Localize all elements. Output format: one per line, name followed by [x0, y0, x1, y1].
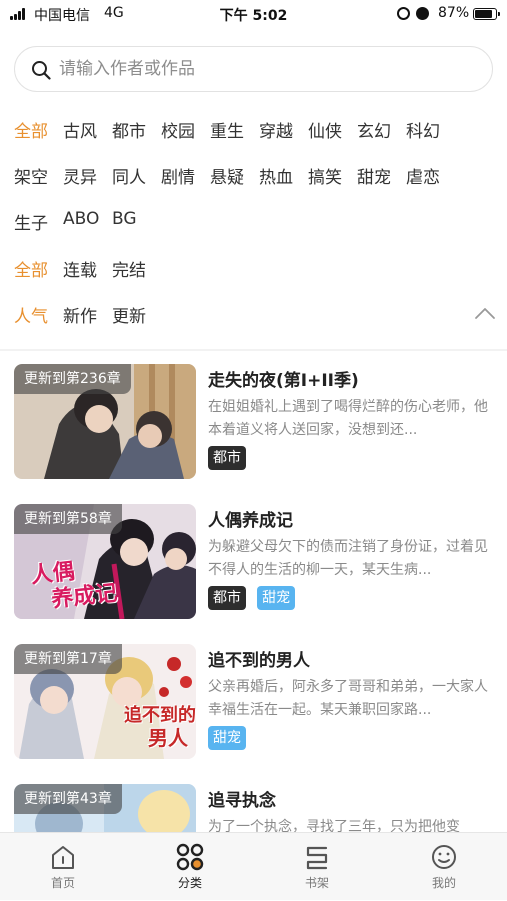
comic-cover: 更新到第236章 — [14, 364, 196, 479]
tab-label: 书架 — [304, 876, 329, 890]
status-bar: 中国电信 4G 下午 5:02 87% — [0, 0, 507, 28]
genre-chip[interactable]: 搞笑 — [308, 163, 342, 188]
genre-chip[interactable]: 悬疑 — [210, 163, 244, 188]
comic-tags: 甜宠 — [208, 726, 252, 750]
genre-tag: 甜宠 — [257, 586, 296, 610]
cover-title: 追不到的 男人 — [124, 705, 196, 750]
genre-chip[interactable]: 科幻 — [406, 117, 440, 142]
status-chip[interactable]: 全部 — [14, 256, 48, 281]
divider — [0, 349, 507, 351]
genre-chip[interactable]: 甜宠 — [357, 163, 391, 188]
bookshelf-icon — [306, 846, 328, 870]
genre-chip[interactable]: BG — [112, 209, 137, 229]
comic-cover: 更新到第43章 — [14, 784, 196, 832]
genre-chip[interactable]: 穿越 — [259, 117, 293, 142]
comic-cover: 更新到第58章 人偶 养成记 — [14, 504, 196, 619]
search-input[interactable] — [57, 56, 477, 82]
comic-title: 人偶养成记 — [208, 511, 293, 531]
update-badge: 更新到第17章 — [14, 644, 122, 674]
home-icon — [52, 846, 74, 869]
comic-title: 追寻执念 — [208, 791, 276, 811]
category-icon — [176, 843, 204, 871]
genre-chip[interactable]: 古风 — [63, 117, 97, 142]
status-chip[interactable]: 完结 — [112, 256, 146, 281]
genre-chip[interactable]: 架空 — [14, 163, 48, 188]
genre-chip[interactable]: 虐恋 — [406, 163, 440, 188]
sort-chip[interactable]: 人气 — [14, 302, 48, 327]
genre-chip[interactable]: 仙侠 — [308, 117, 342, 142]
genre-tag: 都市 — [208, 446, 246, 470]
search-icon — [32, 61, 51, 80]
comic-tags: 都市 — [208, 446, 252, 470]
tab-label: 分类 — [177, 876, 202, 890]
genre-chip[interactable]: 重生 — [210, 117, 244, 142]
genre-chip[interactable]: 生子 — [14, 209, 48, 234]
genre-chip[interactable]: 全部 — [14, 117, 48, 142]
genre-chip[interactable]: 校园 — [161, 117, 195, 142]
genre-chip[interactable]: 剧情 — [161, 163, 195, 188]
tab-profile[interactable]: 我的 — [381, 833, 507, 901]
search-bar[interactable] — [14, 46, 493, 92]
genre-chip[interactable]: 灵异 — [63, 163, 97, 188]
status-chip[interactable]: 连载 — [63, 256, 97, 281]
battery-icon — [473, 8, 500, 20]
tab-home[interactable]: 首页 — [0, 833, 126, 901]
comic-description: 为了一个执念，寻找了三年，只为把他变 — [208, 819, 460, 832]
comic-list-item[interactable]: 更新到第17章 追不到的 男人 追不到的男人 父亲再婚后，阿永多了哥哥和弟弟，一… — [14, 644, 494, 759]
chevron-up-icon[interactable] — [474, 306, 496, 320]
genre-chip[interactable]: 热血 — [259, 163, 293, 188]
bottom-tab-bar: 首页 分类 书架 我的 — [0, 832, 507, 900]
comic-title: 追不到的男人 — [208, 651, 310, 671]
tab-label: 我的 — [431, 876, 456, 890]
genre-chip[interactable]: 玄幻 — [357, 117, 391, 142]
profile-icon — [432, 845, 456, 869]
genre-chip[interactable]: 同人 — [112, 163, 146, 188]
cover-title: 人偶 养成记 — [29, 558, 119, 613]
comic-list-item[interactable]: 更新到第236章 走失的夜(第I+II季) 在姐姐婚礼上遇到了喝得烂醉的伤心老师… — [14, 364, 494, 479]
alarm-icon — [416, 7, 429, 20]
genre-tag: 都市 — [208, 586, 246, 610]
genre-tag: 甜宠 — [208, 726, 246, 750]
battery-percent: 87% — [438, 5, 470, 21]
tab-label: 首页 — [50, 876, 75, 890]
comic-description: 在姐姐婚礼上遇到了喝得烂醉的伤心老师，他本着道义将人送回家，没想到还... — [208, 399, 488, 438]
genre-chip[interactable]: ABO — [63, 209, 99, 229]
update-badge: 更新到第43章 — [14, 784, 122, 814]
comic-description: 父亲再婚后，阿永多了哥哥和弟弟，一大家人幸福生活在一起。某天兼职回家路... — [208, 679, 488, 718]
sort-chip[interactable]: 更新 — [112, 302, 146, 327]
tab-category[interactable]: 分类 — [127, 833, 253, 901]
comic-cover: 更新到第17章 追不到的 男人 — [14, 644, 196, 759]
comic-list-item[interactable]: 更新到第43章 追寻执念 为了一个执念，寻找了三年，只为把他变 — [14, 784, 494, 832]
comic-list-item[interactable]: 更新到第58章 人偶 养成记 人偶养成记 为躲避父母欠下的债而注销了身份证，过着… — [14, 504, 494, 619]
genre-chip[interactable]: 都市 — [112, 117, 146, 142]
update-badge: 更新到第58章 — [14, 504, 122, 534]
tab-bookshelf[interactable]: 书架 — [254, 833, 380, 901]
comic-title: 走失的夜(第I+II季) — [208, 371, 359, 391]
update-badge: 更新到第236章 — [14, 364, 131, 394]
sort-chip[interactable]: 新作 — [63, 302, 97, 327]
comic-tags: 都市 甜宠 — [208, 586, 301, 610]
orientation-lock-icon — [397, 7, 410, 20]
comic-description: 为躲避父母欠下的债而注销了身份证，过着见不得人的生活的柳一天，某天生病... — [208, 539, 488, 578]
